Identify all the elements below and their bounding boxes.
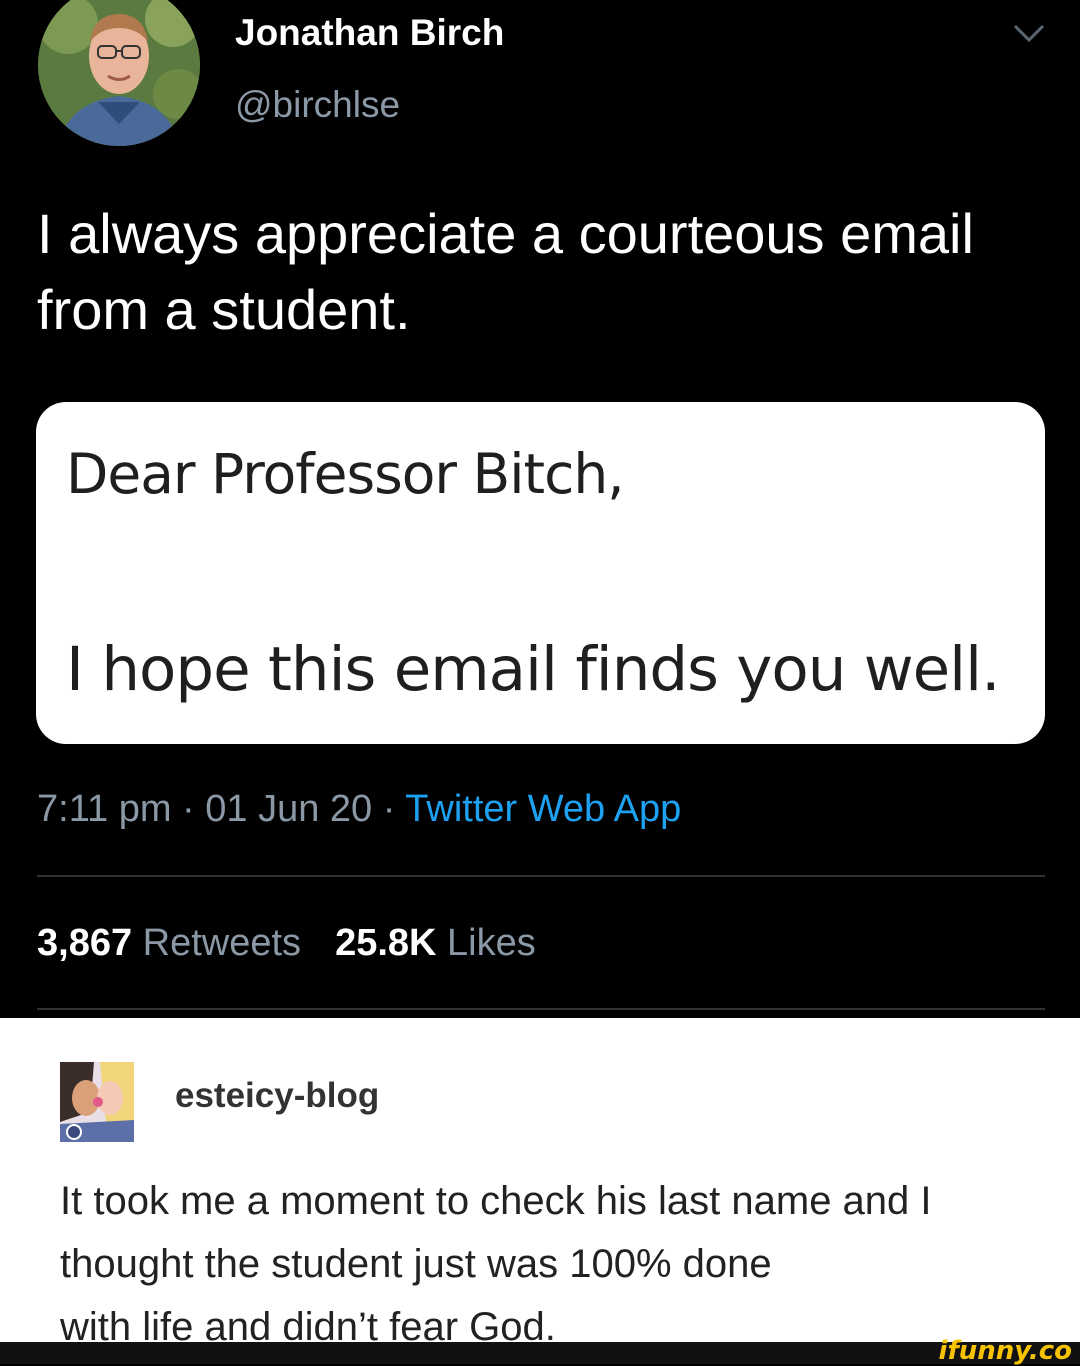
tweet-card: Jonathan Birch @birchlse I always apprec… [0, 0, 1080, 1018]
likes-stat[interactable]: 25.8K Likes [335, 922, 536, 964]
post-text-last-line: with life and didn’t fear God. [60, 1305, 556, 1342]
tweet-text: I always appreciate a courteous email fr… [37, 202, 974, 341]
email-greeting: Dear Professor Bitch, [66, 442, 625, 506]
tweet-source-link[interactable]: Twitter Web App [405, 788, 681, 830]
tweet-stats: 3,867 Retweets 25.8K Likes [37, 922, 536, 965]
meta-separator: · [372, 788, 406, 830]
divider [37, 1008, 1045, 1010]
blog-name[interactable]: esteicy-blog [175, 1076, 379, 1116]
chevron-down-icon[interactable] [1012, 22, 1046, 44]
tweet-time[interactable]: 7:11 pm [37, 788, 171, 830]
display-name[interactable]: Jonathan Birch [235, 12, 504, 54]
email-screenshot[interactable]: Dear Professor Bitch, I hope this email … [36, 402, 1045, 744]
user-handle[interactable]: @birchlse [235, 84, 400, 126]
likes-count: 25.8K [335, 922, 437, 964]
profile-avatar[interactable] [38, 0, 200, 146]
tweet-meta: 7:11 pm · 01 Jun 20 · Twitter Web App [37, 788, 681, 831]
post-text-body: It took me a moment to check his last na… [60, 1179, 932, 1286]
meta-separator: · [171, 788, 206, 830]
bottom-strip [0, 1342, 1080, 1364]
email-body-line: I hope this email finds you well. [66, 634, 1000, 705]
retweets-count: 3,867 [37, 922, 133, 964]
blog-avatar[interactable] [60, 1062, 134, 1142]
watermark-logo: ifunny.co [938, 1336, 1072, 1366]
retweets-stat[interactable]: 3,867 Retweets [37, 922, 301, 964]
divider [37, 875, 1045, 877]
post-text: It took me a moment to check his last na… [60, 1170, 1060, 1342]
likes-label: Likes [447, 922, 536, 964]
tumblr-post: esteicy-blog It took me a moment to chec… [0, 1018, 1080, 1342]
retweets-label: Retweets [142, 922, 302, 964]
tweet-date[interactable]: 01 Jun 20 [205, 788, 372, 830]
